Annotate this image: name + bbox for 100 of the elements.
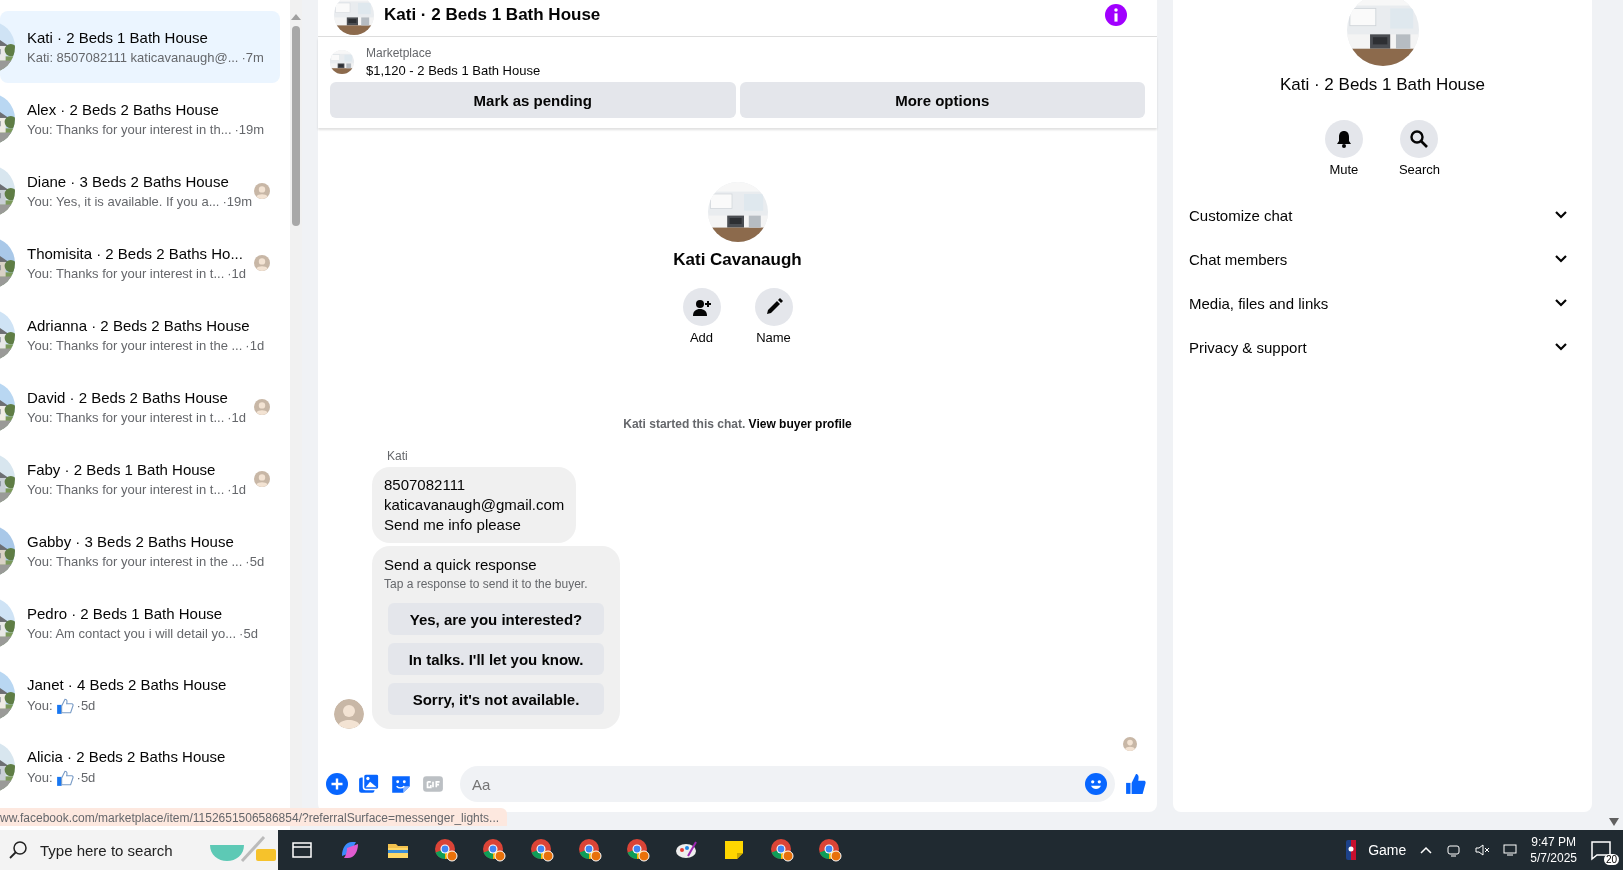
listing-label: Marketplace [366, 46, 433, 60]
accordion-item[interactable]: Chat members [1189, 237, 1576, 281]
search-icon [1409, 129, 1430, 149]
conversation-item[interactable]: Diane · 3 Beds 2 Baths House You: Yes, it is available. If you a... ·19m [0, 155, 280, 227]
conversation-title: Alex · 2 Beds 2 Baths House [27, 101, 220, 118]
message-time: ·7m [241, 50, 264, 65]
conversation-item[interactable]: Gabby · 3 Beds 2 Baths House You: Thanks for your interest in the ... ·5d [0, 515, 280, 587]
sticker-icon[interactable] [390, 773, 412, 795]
message-time: ·1d [227, 266, 247, 281]
chrome-icon[interactable] [530, 838, 554, 862]
chrome-icon[interactable] [818, 838, 842, 862]
message-preview: You: Thanks for your interest in t... [27, 482, 225, 497]
message-time: ·5d [239, 626, 258, 641]
message-preview: You: Thanks for your interest in the ... [27, 338, 243, 353]
basketball-logo-icon[interactable] [1346, 840, 1357, 860]
thumbs-up-icon [55, 768, 74, 787]
quick-response-title: Send a quick response [384, 556, 538, 573]
conversation-item[interactable]: Alicia · 2 Beds 2 Baths House You: ·5d [0, 731, 280, 803]
photo-icon[interactable] [358, 773, 380, 795]
message-time: ·19m [234, 122, 265, 137]
message-time: ·1d [245, 338, 265, 353]
conversation-title: Alicia · 2 Beds 2 Baths House [27, 747, 227, 765]
add-person-icon [691, 297, 712, 317]
message-preview: You: Yes, it is available. If you a... [27, 194, 220, 209]
message-preview: Kati: 8507082111 katicavanaugh@... [27, 50, 239, 65]
conversation-item[interactable]: Adrianna · 2 Beds 2 Baths House You: Thanks for your interest in the ... ·1d [0, 299, 280, 371]
conversation-item[interactable]: Pedro · 2 Beds 1 Bath House You: Am contact you i will detail yo... ·5d [0, 587, 280, 659]
message-time: ·1d [227, 482, 247, 497]
chrome-icon[interactable] [770, 838, 794, 862]
conversation-item[interactable]: Kati · 2 Beds 1 Bath House Kati: 8507082111 katicavanaugh@... ·7m [0, 11, 280, 83]
message-preview: You: Thanks for your interest in t... [27, 410, 225, 425]
chrome-icon[interactable] [578, 838, 602, 862]
scroll-down-arrow-icon[interactable] [1609, 818, 1619, 826]
taskbar-search-field[interactable]: Type here to search [0, 830, 278, 870]
message-input[interactable]: Aa [460, 766, 1115, 802]
chat-title: Kati · 2 Beds 1 Bath House [384, 5, 602, 25]
conversation-title: David · 2 Beds 2 Baths House [27, 389, 229, 406]
conversation-item[interactable]: Faby · 2 Beds 1 Bath House You: Thanks for your interest in t... ·1d [0, 443, 280, 515]
conversation-title: Adrianna · 2 Beds 2 Baths House [27, 317, 251, 334]
message-time: ·1d [227, 410, 247, 425]
action-button[interactable]: More options [739, 82, 1145, 118]
conversation-title: Janet · 4 Beds 2 Baths House [27, 675, 228, 693]
message-preview: You: [27, 770, 53, 785]
message-time: ·5d [76, 698, 96, 713]
message-preview: You: Thanks for your interest in t... [27, 266, 225, 281]
message-preview: You: Thanks for your interest in th... [27, 122, 232, 137]
chrome-icon[interactable] [482, 838, 506, 862]
plus-icon[interactable] [326, 773, 348, 795]
seen-avatar-icon [1123, 737, 1137, 751]
message-time: ·5d [76, 770, 96, 785]
game-label[interactable]: Game [1368, 842, 1407, 858]
profile-name: Kati Cavanaugh [673, 250, 802, 270]
quick-response-button[interactable]: In talks. I'll let you know. [388, 643, 604, 675]
chrome-icon[interactable] [434, 838, 458, 862]
sticky-note-icon[interactable] [722, 838, 746, 862]
notification-count-badge: 20 [1603, 854, 1619, 865]
link-status-tooltip: ww.facebook.com/marketplace/item/1152651506586854/?referralSurface=messenger_lights... [0, 808, 508, 826]
accordion-item[interactable]: Customize chat [1189, 193, 1576, 237]
buyer-profile-link[interactable]: View buyer profile [748, 417, 852, 431]
chrome-icon[interactable] [626, 838, 650, 862]
message-preview: You: [27, 698, 53, 713]
quick-response-button[interactable]: Sorry, it's not available. [388, 683, 604, 715]
conversation-item[interactable]: Janet · 4 Beds 2 Baths House You: ·5d [0, 659, 280, 731]
conversation-title: Thomisita · 2 Beds 2 Baths Ho... [27, 245, 244, 262]
conversation-title: Kati · 2 Beds 1 Bath House [27, 29, 209, 46]
conversation-title: Pedro · 2 Beds 1 Bath House [27, 605, 224, 622]
details-title: Kati · 2 Beds 1 Bath House [1279, 75, 1486, 95]
action-button[interactable]: Mark as pending [330, 82, 736, 118]
quick-response-button[interactable]: Yes, are you interested? [388, 603, 604, 635]
message-preview: You: Thanks for your interest in the ... [27, 554, 243, 569]
sender-name: Kati [387, 449, 409, 463]
conversation-item[interactable]: Thomisita · 2 Beds 2 Baths Ho... You: Thanks for your interest in t... ·1d [0, 227, 280, 299]
message-time: ·5d [245, 554, 265, 569]
avatar-icon [334, 699, 364, 729]
accordion-item[interactable]: Privacy & support [1189, 325, 1576, 369]
conversation-title: Gabby · 3 Beds 2 Baths House [27, 533, 235, 550]
speaker-muted-icon[interactable] [1474, 842, 1491, 858]
accordion-item[interactable]: Media, files and links [1189, 281, 1576, 325]
message-text: 8507082111 [384, 475, 467, 495]
network-icon[interactable] [1502, 842, 1519, 858]
quick-response-hint: Tap a response to send it to the buyer. [384, 577, 589, 591]
thumbs-up-icon [55, 696, 74, 715]
message-preview: You: Am contact you i will detail yo... [27, 626, 237, 641]
thumbs-up-icon[interactable] [1125, 773, 1147, 795]
search-icon [8, 840, 28, 860]
message-text: Send me info please [384, 515, 522, 535]
clock-date: 5/7/2025 [1530, 851, 1577, 865]
scrollbar-thumb[interactable] [292, 26, 300, 226]
chat-start-notice: Kati started this chat. [623, 417, 747, 431]
clock-time: 9:47 PM [1531, 835, 1576, 849]
message-time: ·19m [222, 194, 253, 209]
conversation-title: Faby · 2 Beds 1 Bath House [27, 461, 217, 478]
bowl-and-whisk-icon [208, 835, 278, 865]
emoji-icon[interactable] [1085, 773, 1107, 795]
listing-title: $1,120 - 2 Beds 1 Bath House [366, 63, 541, 78]
conversation-item[interactable]: David · 2 Beds 2 Baths House You: Thanks for your interest in t... ·1d [0, 371, 280, 443]
conversation-title: Diane · 3 Beds 2 Baths House [27, 173, 230, 190]
message-text: katicavanaugh@gmail.com [384, 495, 565, 515]
info-icon[interactable] [1105, 4, 1127, 26]
conversation-item[interactable]: Alex · 2 Beds 2 Baths House You: Thanks for your interest in th... ·19m [0, 83, 280, 155]
